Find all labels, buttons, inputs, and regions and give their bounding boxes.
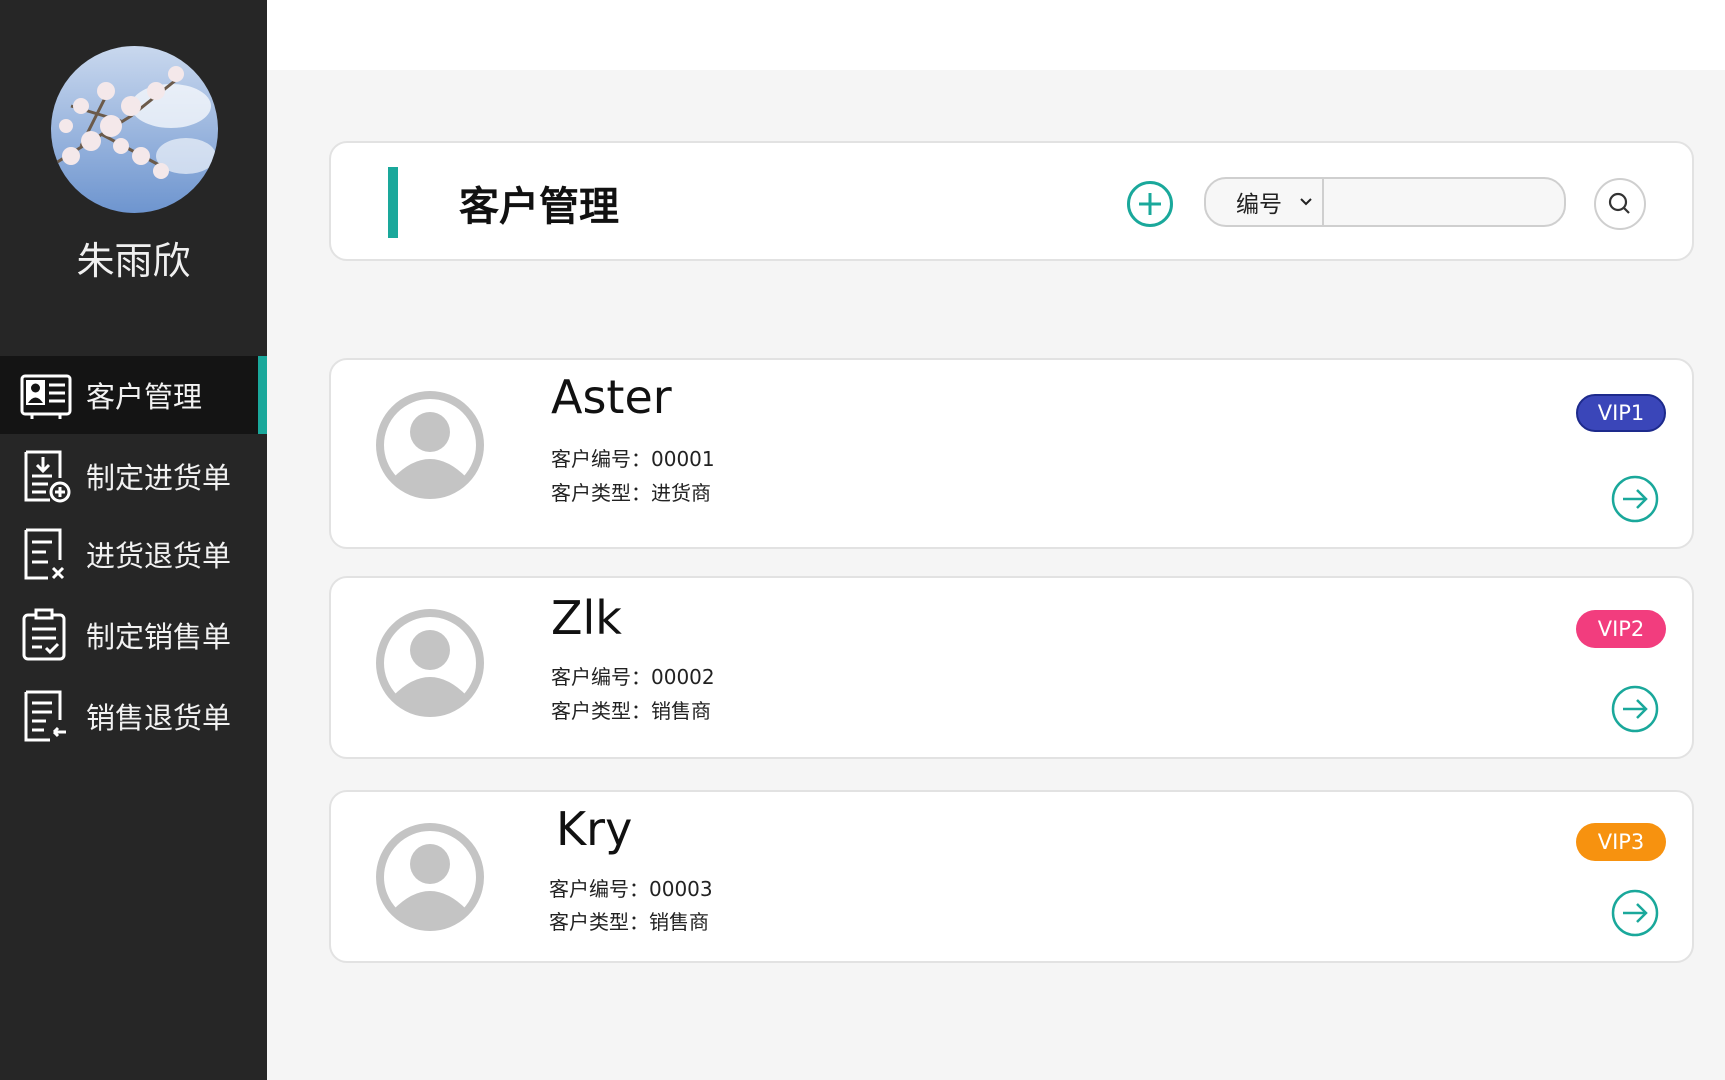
sidebar-item-label: 销售退货单 — [86, 701, 232, 735]
add-customer-button[interactable] — [1126, 180, 1174, 228]
customer-type: 客户类型：进货商 — [551, 481, 711, 505]
top-bar — [267, 0, 1725, 70]
customer-type: 客户类型：销售商 — [549, 910, 709, 934]
vip-badge: VIP1 — [1576, 394, 1666, 432]
customer-id: 客户编号：00001 — [551, 447, 715, 471]
user-avatar-icon — [376, 609, 484, 717]
arrow-right-circle-icon[interactable] — [1610, 474, 1660, 524]
user-avatar[interactable] — [51, 46, 218, 213]
search-button[interactable] — [1594, 178, 1646, 230]
sales-return-icon — [24, 690, 66, 742]
search-input[interactable] — [1326, 179, 1564, 225]
user-avatar-icon — [376, 823, 484, 931]
search-field-label: 编号 — [1236, 192, 1282, 218]
user-name: 朱雨欣 — [76, 239, 191, 283]
customer-type: 客户类型：销售商 — [551, 699, 711, 723]
sidebar-item-label: 客户管理 — [86, 380, 203, 414]
customer-card[interactable]: Zlk 客户编号：00002 客户类型：销售商 VIP2 — [329, 576, 1694, 759]
vip-badge: VIP2 — [1576, 610, 1666, 648]
search-field-select[interactable]: 编号 — [1206, 179, 1324, 225]
sidebar-item-sales-return[interactable]: 销售退货单 — [0, 677, 267, 755]
customer-id: 客户编号：00003 — [549, 877, 713, 901]
customer-card-icon — [20, 374, 72, 419]
sidebar: 朱雨欣 客户管理 制定进货单 进货退货单 制定销售单 销售退货单 — [0, 0, 267, 1080]
sidebar-item-label: 制定销售单 — [86, 620, 232, 654]
arrow-right-circle-icon[interactable] — [1610, 888, 1660, 938]
sidebar-item-label: 进货退货单 — [86, 539, 232, 573]
title-accent-bar — [388, 167, 398, 238]
purchase-add-icon — [24, 450, 71, 503]
customer-name: Kry — [556, 802, 633, 856]
page-header: 客户管理 编号 — [329, 141, 1694, 261]
sidebar-item-label: 制定进货单 — [86, 461, 232, 495]
customer-card[interactable]: Aster 客户编号：00001 客户类型：进货商 VIP1 — [329, 358, 1694, 549]
sidebar-item-purchase-return[interactable]: 进货退货单 — [0, 515, 267, 593]
sidebar-item-create-sales-order[interactable]: 制定销售单 — [0, 596, 267, 674]
vip-badge: VIP3 — [1576, 823, 1666, 861]
search-icon — [1608, 192, 1630, 214]
page-title: 客户管理 — [459, 184, 619, 230]
customer-name: Aster — [551, 370, 672, 424]
sidebar-item-customer-management[interactable]: 客户管理 — [0, 356, 267, 434]
customer-id: 客户编号：00002 — [551, 665, 715, 689]
customer-name: Zlk — [551, 591, 622, 645]
arrow-right-circle-icon[interactable] — [1610, 684, 1660, 734]
chevron-down-icon — [1300, 198, 1312, 206]
customer-card[interactable]: Kry 客户编号：00003 客户类型：销售商 VIP3 — [329, 790, 1694, 963]
purchase-return-icon — [24, 528, 65, 580]
search-box: 编号 — [1204, 177, 1566, 227]
sales-checklist-icon — [22, 608, 66, 661]
user-avatar-icon — [376, 391, 484, 499]
sidebar-item-create-purchase-order[interactable]: 制定进货单 — [0, 437, 267, 515]
